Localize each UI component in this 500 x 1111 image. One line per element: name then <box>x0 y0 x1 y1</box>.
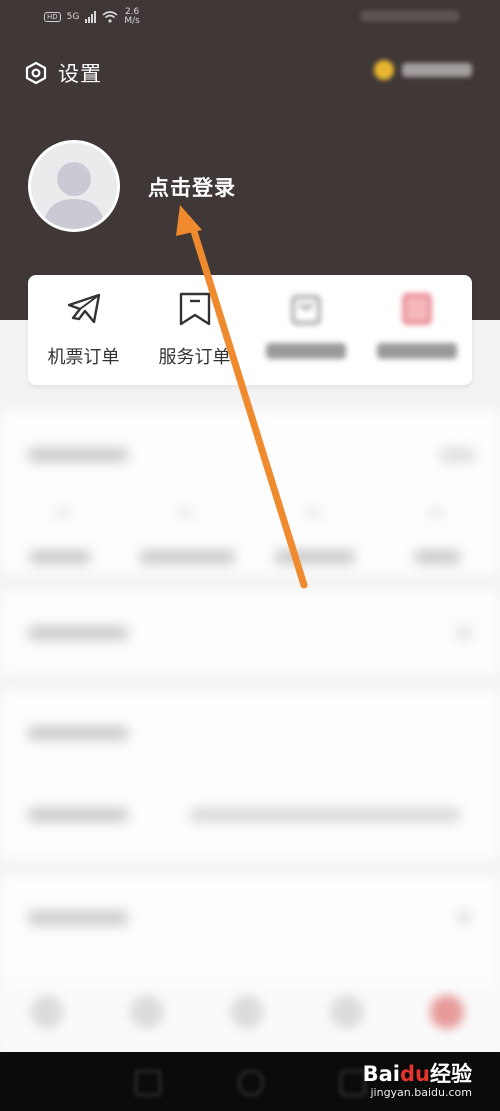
tab-icon[interactable] <box>230 995 264 1029</box>
tab-icon[interactable] <box>330 995 364 1029</box>
blurred-content <box>0 400 500 1050</box>
settings-label: 设置 <box>58 62 102 86</box>
user-avatar-icon <box>43 162 105 229</box>
network-type: 5G <box>66 12 80 22</box>
member-icon <box>374 60 394 80</box>
avatar[interactable] <box>28 140 120 232</box>
tab-icon-mine[interactable] <box>430 995 464 1029</box>
status-right-blurred <box>360 10 460 22</box>
status-bar: HD 5G 2.6 M/s <box>0 0 500 36</box>
tab-icon[interactable] <box>130 995 164 1029</box>
watermark-url: jingyan.baidu.com <box>370 1086 472 1099</box>
member-center-blurred[interactable] <box>374 60 472 80</box>
signal-icon <box>85 11 97 23</box>
back-icon[interactable] <box>135 1070 161 1096</box>
order-label-service: 服务订单 <box>158 347 231 368</box>
profile-header: HD 5G 2.6 M/s 设置 点击登录 <box>0 0 500 320</box>
status-icons: HD 5G 2.6 M/s <box>44 8 140 26</box>
order-item-red-blurred[interactable] <box>361 275 472 385</box>
home-icon[interactable] <box>238 1070 264 1096</box>
orders-card: 机票订单 服务订单 <box>28 275 472 385</box>
tab-icon[interactable] <box>30 995 64 1029</box>
order-item-service[interactable]: 服务订单 <box>139 275 250 385</box>
bookmark-icon <box>179 292 210 326</box>
baidu-jingyan-watermark: Baidu经验 jingyan.baidu.com <box>363 1058 472 1099</box>
wifi-icon <box>102 11 118 23</box>
watermark-logo: Baidu经验 <box>362 1062 472 1086</box>
order-item-mall-blurred[interactable] <box>250 275 361 385</box>
settings-icon <box>25 61 47 85</box>
login-link[interactable]: 点击登录 <box>148 172 236 202</box>
shopping-bag-icon <box>291 295 320 325</box>
order-item-flight[interactable]: 机票订单 <box>28 275 139 385</box>
airplane-icon <box>67 293 100 324</box>
speed-unit: M/s <box>124 16 140 26</box>
hd-badge: HD <box>44 12 61 22</box>
order-label-flight: 机票订单 <box>47 347 120 368</box>
network-speed: 2.6 M/s <box>124 8 140 26</box>
settings-button[interactable]: 设置 <box>24 58 102 88</box>
bottom-tab-bar-blurred <box>0 985 500 1050</box>
red-card-icon <box>402 293 431 325</box>
